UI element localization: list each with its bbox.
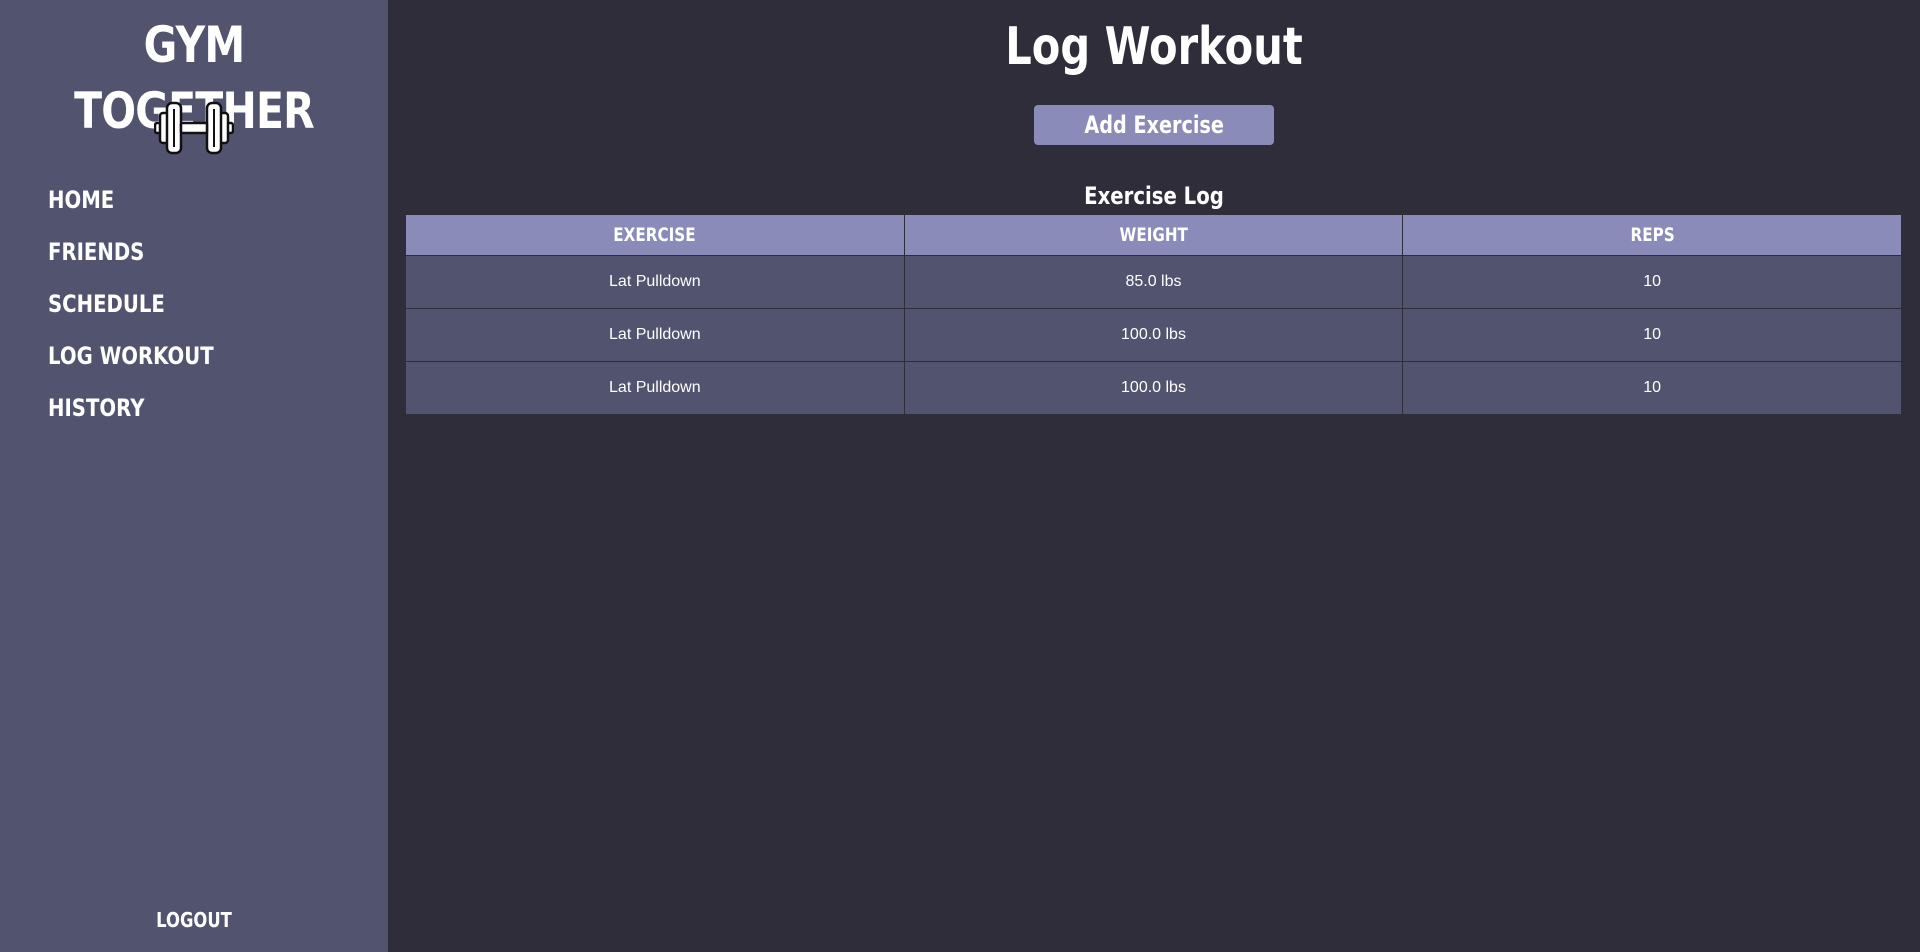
logout-link[interactable]: LOGOUT	[35, 906, 353, 934]
cell-exercise: Lat Pulldown	[405, 255, 905, 309]
cell-reps: 10	[1402, 308, 1902, 362]
exercise-log-table: EXERCISE WEIGHT REPS Lat Pulldown 85.0 l…	[405, 214, 1902, 415]
nav-item-friends[interactable]: FRIENDS	[48, 230, 214, 282]
page-title: Log Workout	[1005, 17, 1303, 77]
table-row: Lat Pulldown 100.0 lbs 10	[405, 308, 1902, 362]
table-row: Lat Pulldown 100.0 lbs 10	[405, 361, 1902, 415]
cell-weight: 85.0 lbs	[903, 255, 1404, 309]
exercise-log-title: Exercise Log	[1084, 182, 1224, 210]
dumbbell-icon	[153, 100, 235, 156]
nav-item-log-workout[interactable]: LOG WORKOUT	[48, 334, 214, 386]
cell-reps: 10	[1402, 361, 1902, 415]
main-content: Log Workout Add Exercise Exercise Log EX…	[388, 0, 1920, 952]
table-header-row: EXERCISE WEIGHT REPS	[405, 214, 1902, 256]
sidebar-nav: HOME FRIENDS SCHEDULE LOG WORKOUT HISTOR…	[48, 178, 250, 438]
header-reps: REPS	[1402, 214, 1902, 256]
header-weight: WEIGHT	[903, 214, 1404, 256]
nav-item-history[interactable]: HISTORY	[48, 386, 214, 438]
app-root: GYM TOGETHER HOME FRIENDS SCHEDULE LOG W…	[0, 0, 1920, 952]
add-exercise-button[interactable]: Add Exercise	[1034, 105, 1274, 145]
cell-exercise: Lat Pulldown	[405, 361, 905, 415]
nav-item-schedule[interactable]: SCHEDULE	[48, 282, 214, 334]
header-exercise: EXERCISE	[405, 214, 905, 256]
cell-reps: 10	[1402, 255, 1902, 309]
cell-exercise: Lat Pulldown	[405, 308, 905, 362]
cell-weight: 100.0 lbs	[903, 361, 1404, 415]
sidebar: GYM TOGETHER HOME FRIENDS SCHEDULE LOG W…	[0, 0, 388, 952]
table-row: Lat Pulldown 85.0 lbs 10	[405, 255, 1902, 309]
nav-item-home[interactable]: HOME	[48, 178, 214, 230]
add-exercise-label: Add Exercise	[1084, 111, 1224, 139]
cell-weight: 100.0 lbs	[903, 308, 1404, 362]
